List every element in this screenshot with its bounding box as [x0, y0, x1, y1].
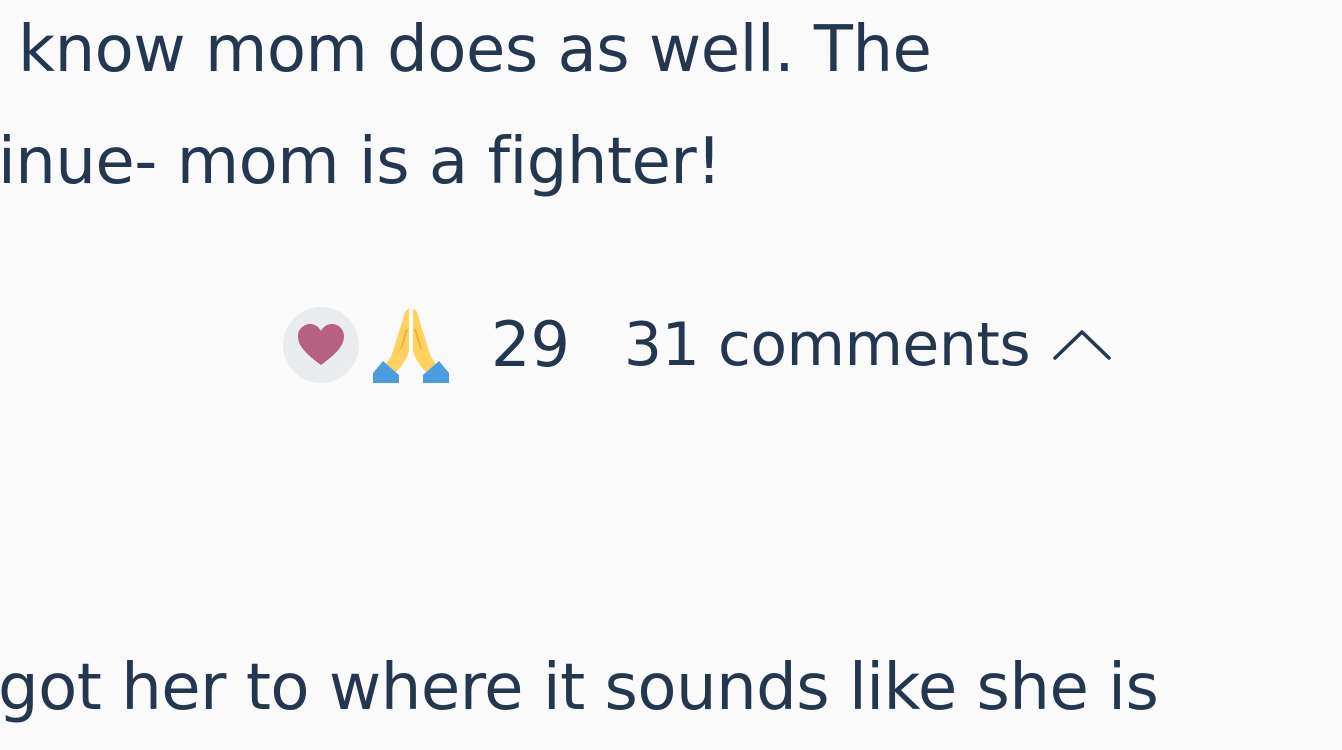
reactions-bar: 29 31 comments [283, 306, 1112, 384]
comment-text-line: got her to where it sounds like she is [0, 651, 1159, 725]
heart-reaction-button[interactable] [283, 307, 359, 383]
comments-toggle-button[interactable]: 31 comments [624, 315, 1112, 375]
heart-icon [298, 324, 344, 365]
pray-reaction-button[interactable] [371, 305, 451, 385]
post-text-line: know mom does as well. The [18, 13, 932, 87]
post-text-line: inue- mom is a fighter! [0, 125, 722, 199]
praying-hands-icon [373, 309, 449, 383]
comments-count-label[interactable]: 31 comments [624, 315, 1031, 375]
reaction-count[interactable]: 29 [491, 314, 570, 376]
chevron-up-icon[interactable] [1052, 325, 1112, 365]
